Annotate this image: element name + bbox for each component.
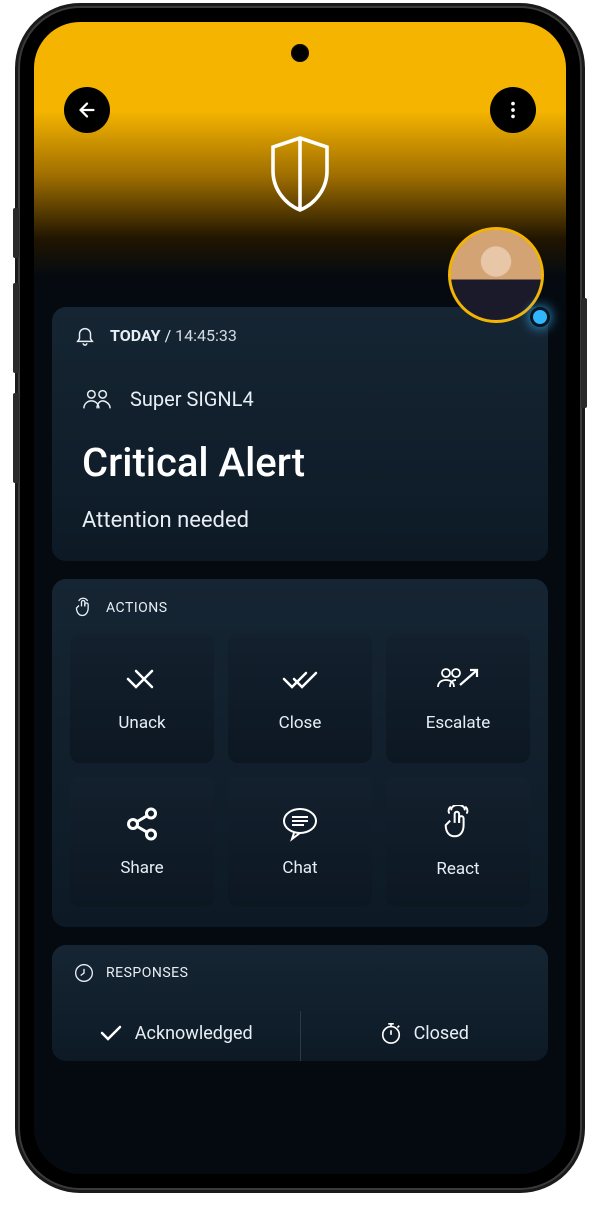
response-label: Acknowledged [135, 1023, 253, 1044]
responses-card: RESPONSES Acknowledged Closed [52, 945, 548, 1061]
close-icon [280, 663, 320, 697]
react-icon [440, 805, 476, 843]
arrow-left-icon [76, 99, 98, 121]
bell-icon [74, 323, 96, 347]
share-icon [124, 806, 160, 842]
volume-button [13, 393, 19, 483]
action-label: Close [279, 713, 322, 733]
group-name: Super SIGNL4 [130, 387, 254, 411]
escalate-icon [436, 663, 480, 697]
tap-icon [74, 597, 94, 619]
phone-frame: TODAY / 14:45:33 Super SIGNL4 Critical A… [20, 8, 580, 1188]
screen: TODAY / 14:45:33 Super SIGNL4 Critical A… [34, 22, 566, 1174]
group-icon [82, 387, 112, 411]
volume-button [13, 283, 19, 373]
unack-icon [122, 663, 162, 697]
response-label: Closed [414, 1023, 469, 1044]
dots-vertical-icon [502, 99, 524, 121]
responses-label: RESPONSES [106, 965, 188, 981]
chat-button[interactable]: Chat [228, 777, 372, 907]
check-icon [99, 1023, 123, 1043]
chat-icon [280, 806, 320, 842]
status-indicator [530, 307, 550, 327]
stopwatch-icon [380, 1021, 402, 1045]
alert-card: TODAY / 14:45:33 Super SIGNL4 Critical A… [52, 307, 548, 561]
alert-message: Attention needed [82, 508, 518, 533]
camera-hole [291, 44, 309, 62]
content: TODAY / 14:45:33 Super SIGNL4 Critical A… [34, 277, 566, 1174]
timestamp-time: 14:45:33 [175, 326, 237, 345]
group-row: Super SIGNL4 [82, 387, 518, 411]
closed-status[interactable]: Closed [301, 1011, 549, 1061]
timestamp-day: TODAY [110, 326, 161, 345]
actions-label: ACTIONS [106, 600, 168, 616]
acknowledged-status[interactable]: Acknowledged [52, 1011, 301, 1061]
avatar-image [451, 230, 541, 320]
alert-title: Critical Alert [82, 439, 518, 486]
action-label: Share [120, 858, 163, 878]
actions-card: ACTIONS Unack Close Escalate [52, 579, 548, 927]
share-button[interactable]: Share [70, 777, 214, 907]
unack-button[interactable]: Unack [70, 633, 214, 763]
shield-icon [264, 132, 336, 216]
more-button[interactable] [490, 87, 536, 133]
action-label: Chat [282, 858, 317, 878]
react-button[interactable]: React [386, 777, 530, 907]
clock-icon [74, 963, 94, 983]
action-label: Unack [118, 713, 165, 733]
avatar[interactable] [448, 227, 544, 323]
back-button[interactable] [64, 87, 110, 133]
close-button[interactable]: Close [228, 633, 372, 763]
power-button [581, 298, 587, 408]
volume-button [13, 208, 19, 258]
action-label: Escalate [426, 713, 491, 733]
action-label: React [436, 859, 479, 879]
escalate-button[interactable]: Escalate [386, 633, 530, 763]
